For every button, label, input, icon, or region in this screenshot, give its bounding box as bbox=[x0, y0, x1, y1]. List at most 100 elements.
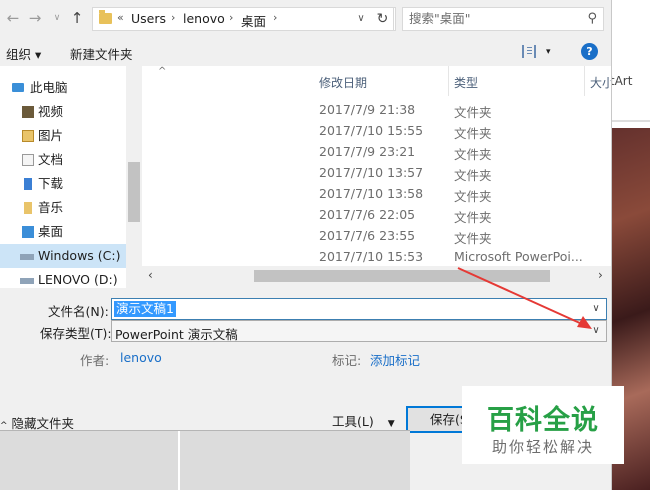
row-date: 2017/7/6 22:05 bbox=[319, 207, 416, 222]
sidebar-item-label: 此电脑 bbox=[30, 80, 68, 95]
sidebar-item-label: 音乐 bbox=[38, 200, 64, 215]
author-value[interactable]: lenovo bbox=[120, 350, 162, 365]
scroll-right-icon[interactable]: › bbox=[598, 268, 603, 282]
up-arrow-icon[interactable]: ↑ bbox=[68, 8, 86, 28]
filetype-value: PowerPoint 演示文稿 bbox=[115, 327, 238, 342]
filename-field[interactable]: 演示文稿1 ∨ bbox=[111, 298, 607, 320]
navigation-scrollbar[interactable] bbox=[126, 66, 142, 288]
row-date: 2017/7/10 13:58 bbox=[319, 186, 424, 201]
filetype-label: 保存类型(T): bbox=[40, 326, 112, 341]
sidebar-item-label: LENOVO (D:) bbox=[38, 272, 118, 287]
watermark-subtitle: 助你轻松解决 bbox=[491, 438, 594, 456]
navigation-pane: 此电脑 视频 图片 文档 下载 音乐 桌面 Windows (C:) LENOV… bbox=[0, 66, 142, 288]
sidebar-item-label: 下载 bbox=[38, 176, 64, 191]
sidebar-item-this-pc[interactable]: 此电脑 bbox=[0, 76, 126, 100]
author-label: 作者: bbox=[80, 353, 110, 368]
documents-folder-icon bbox=[22, 154, 34, 166]
breadcrumb-users[interactable]: Users bbox=[131, 11, 166, 26]
watermark: 百科全说 助你轻松解决 bbox=[462, 386, 624, 464]
table-row[interactable]: 2017/7/10 13:58 文件夹 bbox=[142, 184, 611, 205]
scrollbar-thumb[interactable] bbox=[254, 270, 550, 282]
chevron-down-icon[interactable]: ∨ bbox=[588, 301, 604, 317]
file-list-horizontal-scrollbar[interactable]: ‹ › bbox=[142, 266, 611, 288]
search-placeholder: 搜索"桌面" bbox=[409, 11, 471, 26]
music-folder-icon bbox=[24, 202, 32, 214]
scroll-left-icon[interactable]: ‹ bbox=[148, 268, 153, 282]
sidebar-item-pictures[interactable]: 图片 bbox=[0, 124, 126, 148]
command-bar: 组织 ▾ 新建文件夹 ▾ ? bbox=[0, 38, 611, 66]
breadcrumb-separator-icon[interactable]: › bbox=[229, 11, 233, 24]
sidebar-item-label: 视频 bbox=[38, 104, 64, 119]
dropdown-triangle-icon: ▼ bbox=[387, 419, 395, 429]
row-type: 文件夹 bbox=[454, 147, 492, 162]
table-row[interactable]: 2017/7/10 13:57 文件夹 bbox=[142, 163, 611, 184]
forward-arrow-icon[interactable]: → bbox=[26, 8, 44, 28]
table-row[interactable]: 2017/7/10 15:55 文件夹 bbox=[142, 121, 611, 142]
sidebar-item-videos[interactable]: 视频 bbox=[0, 100, 126, 124]
chevron-down-icon[interactable]: ∨ bbox=[588, 323, 604, 339]
pictures-folder-icon bbox=[22, 130, 34, 142]
column-header-date[interactable]: 修改日期 bbox=[319, 74, 367, 91]
breadcrumb-separator-icon[interactable]: › bbox=[273, 11, 277, 24]
row-type: 文件夹 bbox=[454, 231, 492, 246]
hide-folders-label: 隐藏文件夹 bbox=[11, 416, 75, 431]
row-type: 文件夹 bbox=[454, 210, 492, 225]
sidebar-item-drive-d[interactable]: LENOVO (D:) bbox=[0, 268, 126, 288]
search-icon[interactable]: ⚲ bbox=[587, 8, 597, 30]
computer-icon bbox=[12, 83, 24, 92]
filename-value[interactable]: 演示文稿1 bbox=[114, 301, 176, 317]
column-divider[interactable] bbox=[448, 66, 449, 96]
recent-locations-chevron-icon[interactable]: ∨ bbox=[48, 8, 66, 28]
address-bar[interactable]: « Users › lenovo › 桌面 › bbox=[92, 7, 396, 31]
overflow-chevron-icon[interactable]: « bbox=[117, 11, 124, 24]
sidebar-item-downloads[interactable]: 下载 bbox=[0, 172, 126, 196]
sidebar-item-desktop[interactable]: 桌面 bbox=[0, 220, 126, 244]
column-divider[interactable] bbox=[584, 66, 585, 96]
help-icon[interactable]: ? bbox=[581, 43, 598, 60]
sidebar-item-label: Windows (C:) bbox=[38, 248, 121, 263]
table-row[interactable]: 2017/7/9 23:21 文件夹 bbox=[142, 142, 611, 163]
organize-menu[interactable]: 组织 ▾ bbox=[6, 44, 41, 63]
new-folder-button[interactable]: 新建文件夹 bbox=[70, 44, 133, 63]
refresh-icon[interactable]: ↻ bbox=[372, 7, 394, 31]
watermark-title: 百科全说 bbox=[487, 405, 599, 436]
back-arrow-icon[interactable]: ← bbox=[4, 8, 22, 28]
row-date: 2017/7/10 15:55 bbox=[319, 123, 424, 138]
column-header-type[interactable]: 类型 bbox=[454, 74, 478, 91]
search-input[interactable]: 搜索"桌面" ⚲ bbox=[402, 7, 604, 31]
breadcrumb-desktop[interactable]: 桌面 bbox=[241, 11, 266, 30]
video-folder-icon bbox=[22, 106, 34, 118]
tags-label: 标记: bbox=[332, 353, 362, 368]
table-row[interactable]: 2017/7/10 15:53 Microsoft PowerPoi... bbox=[142, 247, 611, 266]
drive-icon bbox=[20, 278, 34, 284]
sort-caret-icon: ^ bbox=[158, 66, 167, 77]
table-row[interactable]: 2017/7/9 21:38 文件夹 bbox=[142, 100, 611, 121]
column-header-size[interactable]: 大小 bbox=[590, 74, 611, 91]
background-divider bbox=[612, 120, 650, 122]
drive-icon bbox=[20, 254, 34, 260]
sidebar-item-documents[interactable]: 文档 bbox=[0, 148, 126, 172]
address-dropdown-icon[interactable]: ∨ bbox=[352, 7, 370, 31]
row-type: 文件夹 bbox=[454, 126, 492, 141]
filetype-select[interactable]: PowerPoint 演示文稿 ∨ bbox=[111, 320, 607, 342]
tools-menu[interactable]: 工具(L) ▼ bbox=[332, 411, 395, 430]
scrollbar-thumb[interactable] bbox=[128, 162, 140, 222]
downloads-folder-icon bbox=[24, 178, 32, 190]
tags-value[interactable]: 添加标记 bbox=[370, 350, 420, 369]
breadcrumb-lenovo[interactable]: lenovo bbox=[183, 11, 225, 26]
breadcrumb-separator-icon[interactable]: › bbox=[171, 11, 175, 24]
table-row[interactable]: 2017/7/6 22:05 文件夹 bbox=[142, 205, 611, 226]
sidebar-item-music[interactable]: 音乐 bbox=[0, 196, 126, 220]
address-row: ← → ∨ ↑ « Users › lenovo › 桌面 › ∨ ↻ 搜索"桌… bbox=[0, 0, 611, 38]
sidebar-item-label: 桌面 bbox=[38, 224, 64, 239]
view-dropdown-icon[interactable]: ▾ bbox=[546, 47, 551, 57]
filename-label: 文件名(N): bbox=[48, 304, 109, 319]
sidebar-item-label: 图片 bbox=[38, 128, 64, 143]
sidebar-item-drive-c[interactable]: Windows (C:) bbox=[0, 244, 126, 268]
row-type: Microsoft PowerPoi... bbox=[454, 249, 583, 264]
row-date: 2017/7/6 23:55 bbox=[319, 228, 416, 243]
row-date: 2017/7/10 13:57 bbox=[319, 165, 424, 180]
background-window-strip bbox=[0, 430, 410, 490]
table-row[interactable]: 2017/7/6 23:55 文件夹 bbox=[142, 226, 611, 247]
view-options-icon[interactable] bbox=[522, 45, 536, 58]
